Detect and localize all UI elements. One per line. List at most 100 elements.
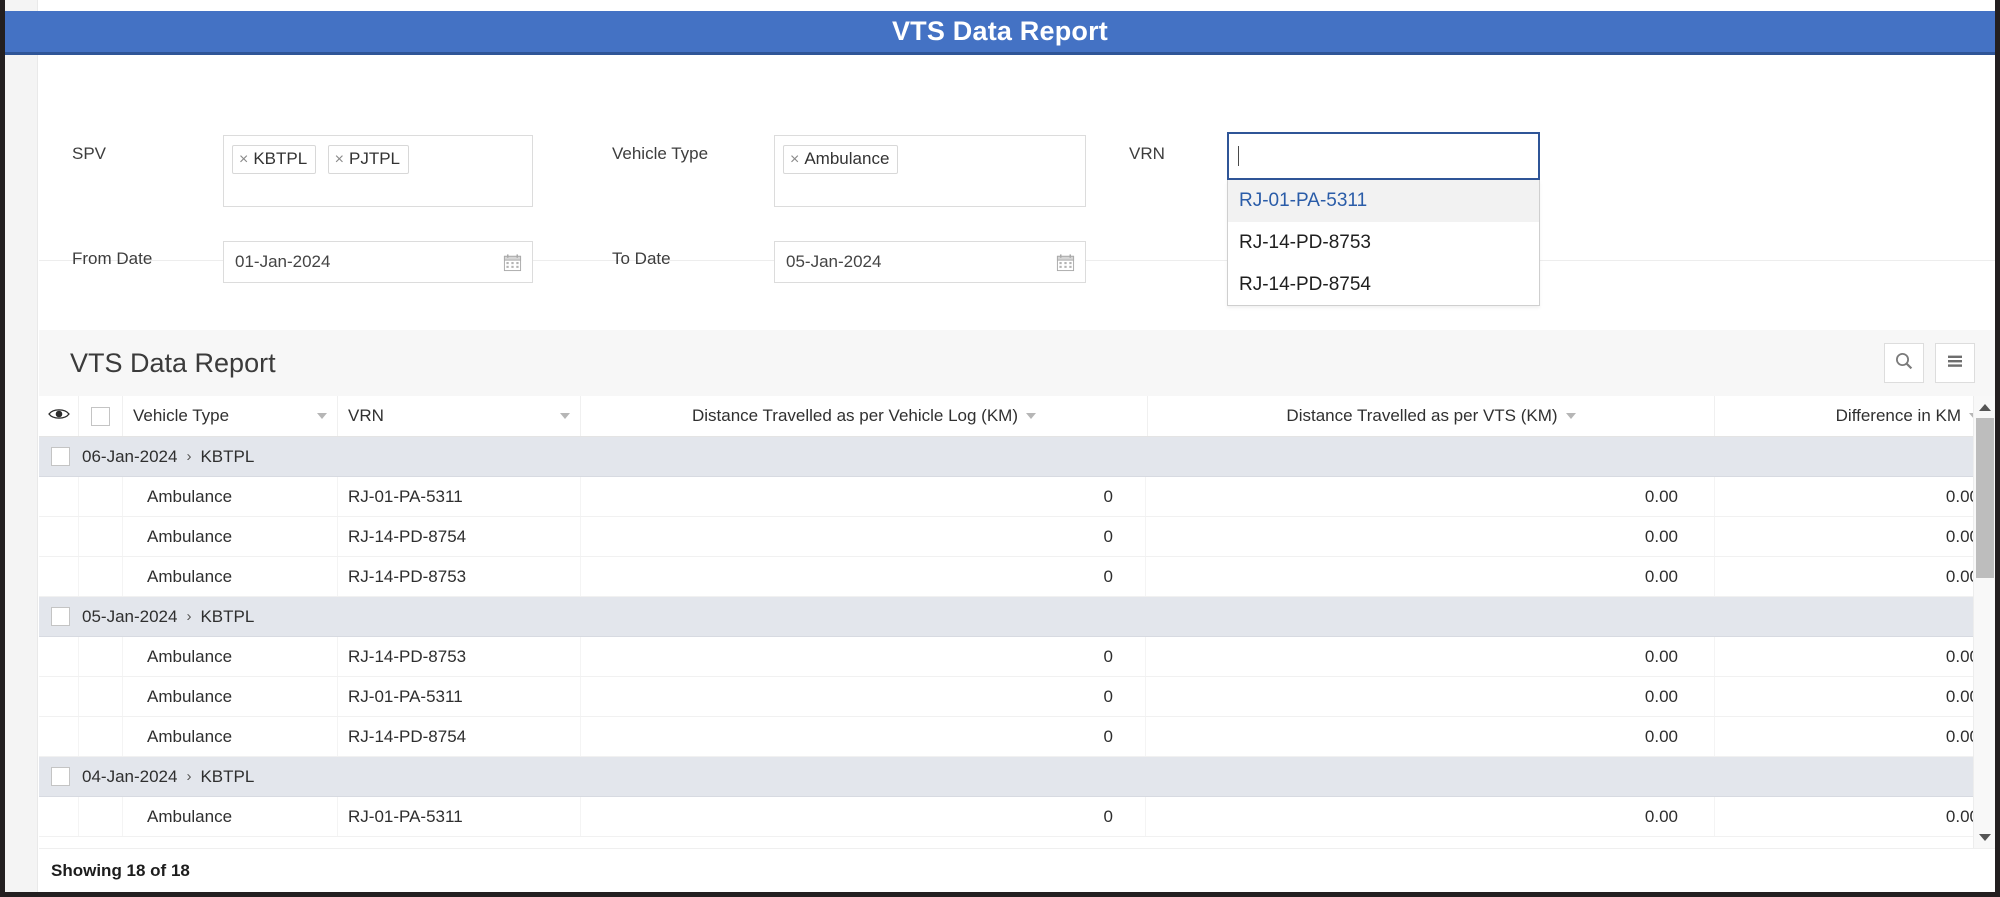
table-row[interactable]: Ambulance RJ-01-PA-5311 0 0.00 0.00 — [39, 677, 1995, 717]
cell-vrn: RJ-14-PD-8754 — [338, 517, 581, 556]
column-header-difference-km[interactable]: Difference in KM — [1715, 396, 1995, 436]
group-checkbox[interactable] — [51, 767, 70, 786]
column-label: Distance Travelled as per VTS (KM) — [1286, 406, 1558, 425]
row-spacer — [39, 797, 79, 836]
group-row[interactable]: 04-Jan-2024 › KBTPL — [39, 757, 1995, 797]
cell-vrn: RJ-01-PA-5311 — [338, 797, 581, 836]
vrn-option[interactable]: RJ-14-PD-8753 — [1228, 222, 1539, 264]
table-row[interactable]: Ambulance RJ-01-PA-5311 0 0.00 0.00 — [39, 477, 1995, 517]
table-row[interactable]: Ambulance RJ-14-PD-8753 0 0.00 0.00 — [39, 637, 1995, 677]
column-header-distance-vehicle-log[interactable]: Distance Travelled as per Vehicle Log (K… — [581, 396, 1148, 436]
from-date-field[interactable]: 01-Jan-2024 — [223, 241, 533, 283]
chevron-down-icon[interactable] — [1026, 413, 1036, 419]
calendar-icon[interactable] — [503, 253, 522, 272]
table-header-row: Vehicle Type VRN Distance Travelled as p… — [39, 396, 1995, 437]
table-row[interactable]: Ambulance RJ-14-PD-8753 0 0.00 0.00 — [39, 557, 1995, 597]
row-checkbox-cell[interactable] — [79, 717, 123, 756]
chevron-down-icon[interactable] — [1565, 413, 1576, 419]
row-checkbox-cell[interactable] — [79, 797, 123, 836]
vrn-option[interactable]: RJ-01-PA-5311 — [1228, 180, 1539, 222]
cell-vehicle-type: Ambulance — [123, 557, 338, 596]
checkbox-icon — [91, 406, 110, 426]
chip-remove-icon[interactable]: × — [239, 151, 248, 168]
row-checkbox-cell[interactable] — [79, 477, 123, 516]
page-title: VTS Data Report — [891, 16, 1109, 46]
cell-vehicle-type: Ambulance — [123, 717, 338, 756]
chip-remove-icon[interactable]: × — [790, 151, 799, 168]
eye-icon — [47, 406, 70, 426]
row-checkbox-cell[interactable] — [79, 637, 123, 676]
cell-vehicle-type: Ambulance — [123, 637, 338, 676]
chevron-up-icon — [1979, 403, 1991, 411]
cell-distance-vts: 0.00 — [1146, 517, 1715, 556]
column-header-vrn[interactable]: VRN — [338, 396, 581, 436]
column-label: Difference in KM — [1835, 406, 1961, 425]
vrn-combobox[interactable] — [1227, 132, 1540, 180]
calendar-icon[interactable] — [1056, 253, 1075, 272]
column-label: Distance Travelled as per Vehicle Log (K… — [692, 406, 1018, 425]
chip-label: PJTPL — [349, 149, 401, 168]
text-cursor — [1238, 146, 1239, 166]
column-header-vehicle-type[interactable]: Vehicle Type — [123, 396, 338, 436]
breadcrumb-separator-icon: › — [186, 448, 192, 465]
report-header: VTS Data Report — [39, 330, 1995, 396]
cell-vrn: RJ-14-PD-8753 — [338, 637, 581, 676]
chevron-down-icon[interactable] — [560, 413, 570, 419]
spv-multiselect[interactable]: × KBTPL × PJTPL — [223, 135, 533, 207]
spv-chip[interactable]: × KBTPL — [232, 145, 317, 175]
scroll-down-arrow[interactable] — [1974, 828, 1995, 846]
report-table: Vehicle Type VRN Distance Travelled as p… — [39, 396, 1995, 848]
menu-button[interactable] — [1935, 343, 1975, 383]
group-row[interactable]: 05-Jan-2024 › KBTPL — [39, 597, 1995, 637]
cell-difference: 0.00 — [1945, 686, 1979, 706]
from-date-value: 01-Jan-2024 — [235, 252, 331, 271]
chevron-down-icon[interactable] — [317, 413, 327, 419]
row-checkbox-cell[interactable] — [79, 557, 123, 596]
cell-vrn: RJ-01-PA-5311 — [338, 677, 581, 716]
chip-label: KBTPL — [253, 149, 308, 168]
group-spv: KBTPL — [200, 606, 255, 626]
column-header-distance-vts[interactable]: Distance Travelled as per VTS (KM) — [1148, 396, 1715, 436]
row-spacer — [39, 637, 79, 676]
breadcrumb-separator-icon: › — [186, 768, 192, 785]
row-spacer — [39, 517, 79, 556]
group-checkbox[interactable] — [51, 607, 70, 626]
report-toolbar — [1884, 343, 1975, 383]
group-date: 06-Jan-2024 — [82, 446, 178, 466]
vehicle-type-label: Vehicle Type — [612, 144, 709, 163]
table-row[interactable]: Ambulance RJ-14-PD-8754 0 0.00 0.00 — [39, 717, 1995, 757]
cell-vehicle-type: Ambulance — [123, 797, 338, 836]
search-button[interactable] — [1884, 343, 1924, 383]
cell-difference: 0.00 — [1945, 486, 1979, 506]
vrn-option[interactable]: RJ-14-PD-8754 — [1228, 264, 1539, 306]
vrn-label: VRN — [1129, 144, 1165, 163]
row-checkbox-cell[interactable] — [79, 517, 123, 556]
table-row[interactable]: Ambulance RJ-01-PA-5311 0 0.00 0.00 — [39, 797, 1995, 837]
breadcrumb-separator-icon: › — [186, 608, 192, 625]
column-visibility-toggle[interactable] — [39, 396, 79, 436]
scrollbar-thumb[interactable] — [1976, 418, 1994, 578]
group-row[interactable]: 06-Jan-2024 › KBTPL — [39, 437, 1995, 477]
table-footer: Showing 18 of 18 — [39, 848, 1995, 892]
cell-distance-vts: 0.00 — [1146, 717, 1715, 756]
cell-vehicle-type: Ambulance — [123, 677, 338, 716]
spv-chip[interactable]: × PJTPL — [327, 145, 410, 175]
vrn-dropdown-list[interactable]: RJ-01-PA-5311 RJ-14-PD-8753 RJ-14-PD-875… — [1227, 180, 1540, 307]
cell-vehicle-type: Ambulance — [123, 517, 338, 556]
search-icon — [1894, 351, 1914, 376]
group-checkbox[interactable] — [51, 447, 70, 466]
select-all-checkbox[interactable] — [79, 396, 123, 436]
window-titlebar: VTS Data Report — [5, 11, 1995, 55]
chip-remove-icon[interactable]: × — [335, 151, 344, 168]
cell-distance-vts: 0.00 — [1146, 677, 1715, 716]
vehicle-type-multiselect[interactable]: × Ambulance — [774, 135, 1086, 207]
table-vertical-scrollbar[interactable] — [1973, 396, 1995, 848]
vehicle-type-chip[interactable]: × Ambulance — [783, 145, 899, 175]
table-row[interactable]: Ambulance RJ-14-PD-8754 0 0.00 0.00 — [39, 517, 1995, 557]
row-checkbox-cell[interactable] — [79, 677, 123, 716]
to-date-field[interactable]: 05-Jan-2024 — [774, 241, 1086, 283]
cell-vrn: RJ-01-PA-5311 — [338, 477, 581, 516]
scroll-up-arrow[interactable] — [1974, 398, 1995, 416]
column-label: Vehicle Type — [133, 406, 230, 425]
report-title: VTS Data Report — [70, 347, 276, 378]
